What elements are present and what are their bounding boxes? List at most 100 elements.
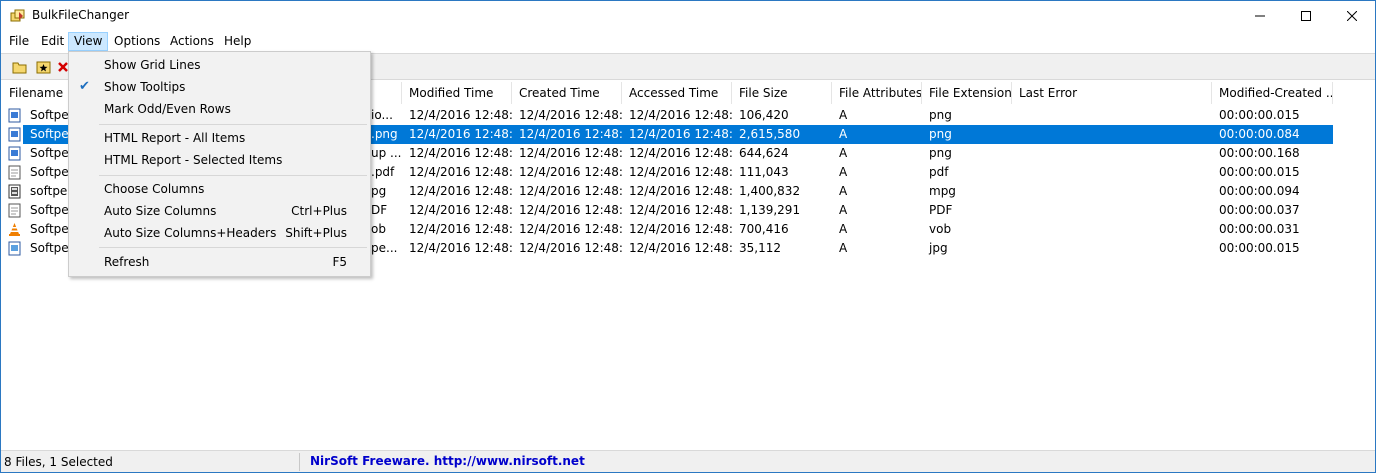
cell-accessed-time: 12/4/2016 12:48:... [629,184,732,198]
cell-file-extension: pdf [929,165,949,179]
cell-filename: Softpedi [30,222,70,236]
cell-modified-created: 00:00:00.094 [1219,184,1300,198]
close-icon [1347,11,1357,21]
column-file-size[interactable]: File Size [732,82,832,104]
cell-file-size: 35,112 [739,241,781,255]
maximize-button[interactable] [1283,1,1329,31]
menu-separator [99,175,367,176]
cell-modified-created: 00:00:00.031 [1219,222,1300,236]
menu-item-label: Refresh [104,255,150,269]
cell-accessed-time: 12/4/2016 12:48:... [629,108,732,122]
menu-actions[interactable]: Actions [165,32,219,51]
cell-accessed-time: 12/4/2016 12:48:... [629,241,732,255]
cell-file-extension: jpg [929,241,948,255]
column-file-attributes[interactable]: File Attributes [832,82,922,104]
cell-last-error [1012,220,1212,239]
cell-file-attributes: A [839,241,848,255]
cell-file-extension: png [929,108,952,122]
cell-accessed-time: 12/4/2016 12:48:... [629,165,732,179]
menu-view[interactable]: View [68,32,109,51]
cell-file-size: 106,420 [739,108,789,122]
column-modified-time[interactable]: Modified Time [402,82,512,104]
cell-file-attributes: A [839,165,848,179]
menu-item-label: HTML Report - All Items [104,131,246,145]
menu-edit[interactable]: Edit [36,32,69,51]
cell-file-extension: png [929,127,952,141]
cell-accessed-time: 12/4/2016 12:48:... [629,203,732,217]
menu-item-label: Choose Columns [104,182,205,196]
column-last-error[interactable]: Last Error [1012,82,1212,104]
cell-last-error [1012,182,1212,201]
menu-item-label: Show Grid Lines [104,58,201,72]
vlc-cone-icon [9,223,20,236]
cell-accessed-time: 12/4/2016 12:48:... [629,146,732,160]
column-created-time[interactable]: Created Time [512,82,622,104]
menu-item-shortcut: F5 [332,255,347,269]
cell-file-attributes: A [839,203,848,217]
cell-modified-time: 12/4/2016 12:48:... [409,146,512,160]
add-files-icon[interactable] [35,58,53,76]
menu-item-mark-odd-even-rows[interactable]: Mark Odd/Even Rows [71,98,368,120]
cell-last-error [1012,125,1212,144]
cell-created-time: 12/4/2016 12:48:... [519,165,622,179]
cell-last-error [1012,106,1212,125]
cell-modified-time: 12/4/2016 12:48:... [409,241,512,255]
status-divider [299,453,300,471]
cell-file-size: 2,615,580 [739,127,801,141]
cell-last-error [1012,239,1212,258]
cell-last-error [1012,201,1212,220]
cell-file-extension: vob [929,222,952,236]
window-title: BulkFileChanger [32,8,130,22]
column-accessed-time[interactable]: Accessed Time [622,82,732,104]
nirsoft-link[interactable]: NirSoft Freeware. http://www.nirsoft.net [310,454,585,468]
close-button[interactable] [1329,1,1375,31]
png-file-icon [8,127,21,142]
menu-item-choose-columns[interactable]: Choose Columns [71,178,368,200]
cell-file-extension: png [929,146,952,160]
menu-item-refresh[interactable]: Refresh F5 [71,251,368,273]
menu-item-label: HTML Report - Selected Items [104,153,283,167]
png-file-icon [8,108,21,123]
cell-modified-time: 12/4/2016 12:48:... [409,165,512,179]
menu-file[interactable]: File [4,32,34,51]
cell-file-attributes: A [839,108,848,122]
cell-file-attributes: A [839,184,848,198]
menu-item-auto-size-columns-headers[interactable]: Auto Size Columns+Headers Shift+Plus [71,222,368,244]
menu-item-show-grid-lines[interactable]: Show Grid Lines [71,54,368,76]
cell-created-time: 12/4/2016 12:48:... [519,127,622,141]
column-file-extension[interactable]: File Extension [922,82,1012,104]
app-icon [10,9,25,22]
cell-accessed-time: 12/4/2016 12:48:... [629,222,732,236]
menu-item-html-report-all[interactable]: HTML Report - All Items [71,127,368,149]
menu-help[interactable]: Help [219,32,256,51]
menu-item-label: Auto Size Columns+Headers [104,226,277,240]
maximize-icon [1301,11,1311,21]
menu-separator [99,247,367,248]
menu-item-label: Show Tooltips [104,80,186,94]
cell-file-extension: PDF [929,203,953,217]
cell-modified-created: 00:00:00.168 [1219,146,1300,160]
cell-modified-time: 12/4/2016 12:48:... [409,184,512,198]
cell-filename: Softpedi [30,127,70,141]
menu-separator [99,124,367,125]
menu-item-shortcut: Ctrl+Plus [291,204,347,218]
cell-file-extension: mpg [929,184,956,198]
cell-created-time: 12/4/2016 12:48:... [519,146,622,160]
open-folder-icon[interactable] [11,58,29,76]
cell-modified-created: 00:00:00.015 [1219,241,1300,255]
cell-modified-time: 12/4/2016 12:48:... [409,222,512,236]
cell-file-attributes: A [839,146,848,160]
cell-file-size: 700,416 [739,222,789,236]
column-modified-created[interactable]: Modified-Created ... [1212,82,1333,104]
menu-item-html-report-selected[interactable]: HTML Report - Selected Items [71,149,368,171]
minimize-button[interactable] [1237,1,1283,31]
cell-created-time: 12/4/2016 12:48:... [519,241,622,255]
cell-created-time: 12/4/2016 12:48:... [519,203,622,217]
cell-created-time: 12/4/2016 12:48:... [519,222,622,236]
menu-item-show-tooltips[interactable]: ✔ Show Tooltips [71,76,368,98]
png-file-icon [8,146,21,161]
menu-options[interactable]: Options [109,32,165,51]
menu-item-auto-size-columns[interactable]: Auto Size Columns Ctrl+Plus [71,200,368,222]
column-filename[interactable]: Filename [2,82,70,104]
cell-file-size: 111,043 [739,165,789,179]
